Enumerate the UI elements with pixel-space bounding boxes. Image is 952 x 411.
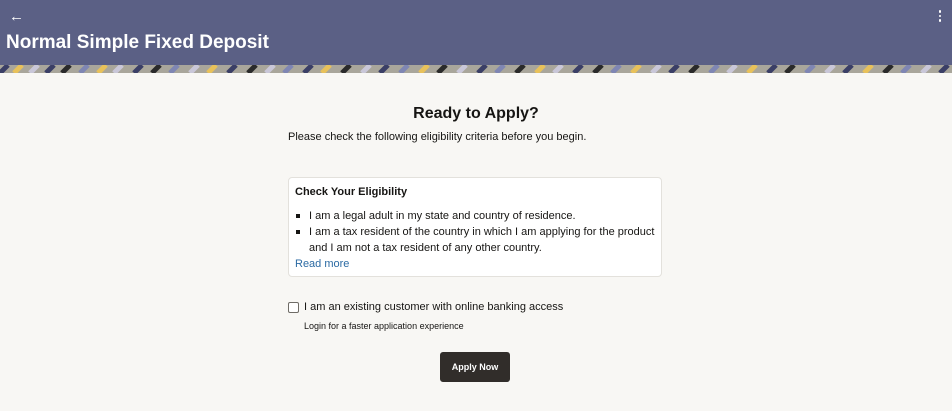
existing-customer-checkbox[interactable] bbox=[288, 302, 299, 313]
eligibility-criterion: I am a legal adult in my state and count… bbox=[309, 210, 576, 222]
page-title: Normal Simple Fixed Deposit bbox=[6, 32, 269, 53]
list-item: I am a tax resident of the country in wh… bbox=[295, 224, 655, 256]
read-more-link[interactable]: Read more bbox=[295, 258, 349, 270]
login-hint: Login for a faster application experienc… bbox=[304, 321, 464, 331]
eligibility-criterion: I am a tax resident of the country in wh… bbox=[309, 226, 655, 254]
bullet-icon bbox=[296, 214, 300, 218]
kebab-menu-icon[interactable] bbox=[937, 10, 943, 24]
apply-now-button[interactable]: Apply Now bbox=[440, 352, 510, 382]
back-arrow-icon[interactable]: ← bbox=[9, 9, 25, 25]
eligibility-instructions: Please check the following eligibility c… bbox=[288, 131, 587, 143]
eligibility-card-title: Check Your Eligibility bbox=[295, 186, 408, 198]
decorative-banner bbox=[0, 65, 952, 73]
existing-customer-label[interactable]: I am an existing customer with online ba… bbox=[304, 301, 563, 313]
eligibility-card: Check Your Eligibility I am a legal adul… bbox=[288, 177, 662, 277]
ready-to-apply-heading: Ready to Apply? bbox=[413, 105, 539, 122]
list-item: I am a legal adult in my state and count… bbox=[295, 208, 655, 224]
eligibility-list: I am a legal adult in my state and count… bbox=[295, 208, 655, 256]
bullet-icon bbox=[296, 230, 300, 234]
app-header: ← Normal Simple Fixed Deposit bbox=[0, 0, 952, 65]
